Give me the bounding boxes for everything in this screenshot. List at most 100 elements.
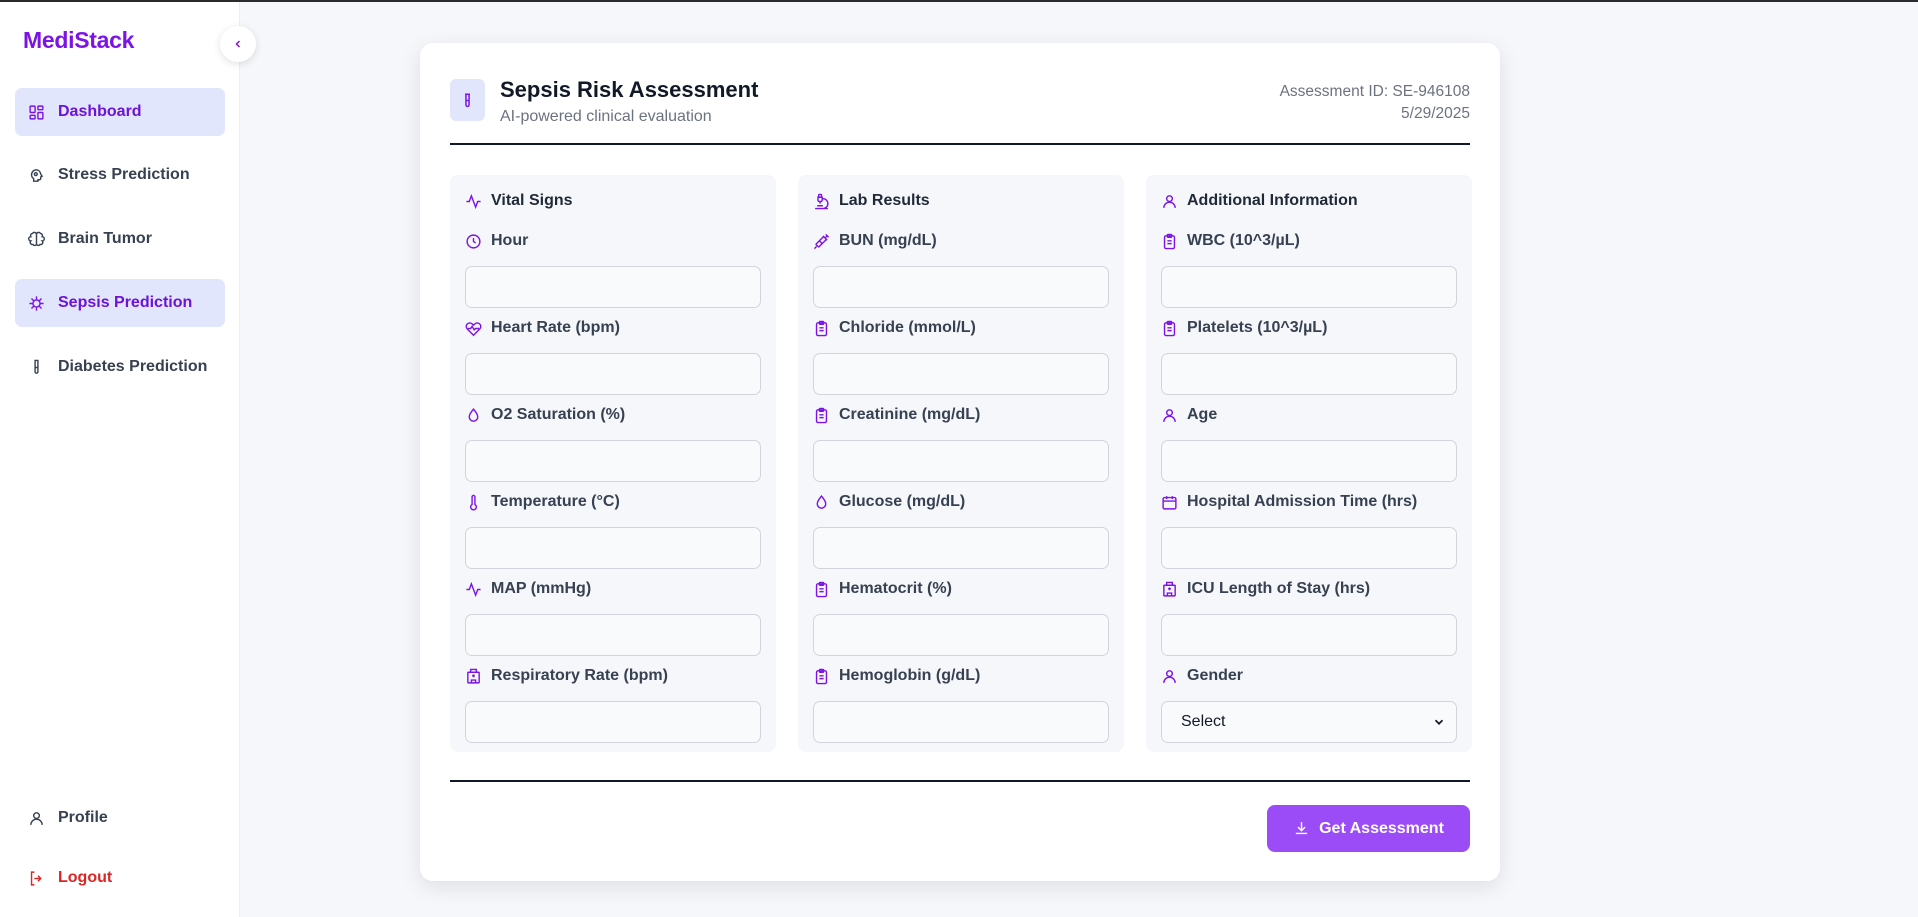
clock-icon xyxy=(466,233,481,249)
creatinine-input[interactable] xyxy=(813,440,1109,482)
map-input[interactable] xyxy=(465,614,761,656)
hospital-admission-time-input[interactable] xyxy=(1161,527,1457,569)
section-additional-information: Additional Information WBC (10^3/µL) Pla… xyxy=(1146,175,1472,752)
test-tube-icon xyxy=(465,93,470,107)
brain-icon xyxy=(28,231,45,246)
o2-saturation-input[interactable] xyxy=(465,440,761,482)
logout-icon xyxy=(30,870,42,886)
page-subtitle: AI-powered clinical evaluation xyxy=(500,108,712,125)
heart-rate-input[interactable] xyxy=(465,353,761,395)
syringe-icon xyxy=(813,233,830,249)
hematocrit-input[interactable] xyxy=(813,614,1109,656)
download-icon xyxy=(1295,822,1308,835)
section-title: Additional Information xyxy=(1161,192,1358,210)
sidebar-item-label: Brain Tumor xyxy=(58,230,152,247)
section-lab-results: Lab Results BUN (mg/dL) Chloride (mmol/L… xyxy=(798,175,1124,752)
hemoglobin-input[interactable] xyxy=(813,701,1109,743)
field-temperature: Temperature (°C) xyxy=(465,491,761,569)
user-icon xyxy=(30,811,43,825)
field-map: MAP (mmHg) xyxy=(465,578,761,656)
virus-icon xyxy=(29,295,44,311)
field-age: Age xyxy=(1161,404,1457,482)
respiratory-rate-input[interactable] xyxy=(465,701,761,743)
field-respiratory-rate: Respiratory Rate (bpm) xyxy=(465,665,761,743)
collapse-sidebar-button[interactable] xyxy=(220,26,256,62)
sidebar-item-label: Profile xyxy=(58,809,108,826)
user-icon xyxy=(1163,194,1176,208)
field-chloride: Chloride (mmol/L) xyxy=(813,317,1109,395)
sidebar-item-label: Dashboard xyxy=(58,103,142,120)
hour-input[interactable] xyxy=(465,266,761,308)
sidebar-item-diabetes-prediction[interactable]: Diabetes Prediction xyxy=(15,343,225,391)
age-input[interactable] xyxy=(1161,440,1457,482)
user-icon xyxy=(1163,408,1176,422)
clipboard-icon xyxy=(815,407,828,423)
assessment-card: Sepsis Risk Assessment AI-powered clinic… xyxy=(420,43,1500,881)
gender-select[interactable]: Select xyxy=(1161,701,1457,743)
icu-length-of-stay-input[interactable] xyxy=(1161,614,1457,656)
sidebar-item-dashboard[interactable]: Dashboard xyxy=(15,88,225,136)
field-hematocrit: Hematocrit (%) xyxy=(813,578,1109,656)
field-o2-saturation: O2 Saturation (%) xyxy=(465,404,761,482)
header-icon-badge xyxy=(450,79,485,121)
droplet-icon xyxy=(468,407,479,422)
glucose-input[interactable] xyxy=(813,527,1109,569)
header-divider xyxy=(450,143,1470,145)
clipboard-icon xyxy=(1163,233,1176,249)
field-glucose: Glucose (mg/dL) xyxy=(813,491,1109,569)
activity-icon xyxy=(466,193,481,209)
field-platelets: Platelets (10^3/µL) xyxy=(1161,317,1457,395)
wbc-input[interactable] xyxy=(1161,266,1457,308)
field-hemoglobin: Hemoglobin (g/dL) xyxy=(813,665,1109,743)
brain-outline-icon xyxy=(30,168,44,182)
hospital-icon xyxy=(1163,581,1176,597)
clipboard-icon xyxy=(815,320,828,336)
brand-logo[interactable]: MediStack xyxy=(23,27,134,54)
sidebar: MediStack Dashboard Stress Prediction Br… xyxy=(0,2,240,917)
field-gender: Gender Select xyxy=(1161,665,1457,743)
field-hour: Hour xyxy=(465,230,761,308)
sidebar-item-label: Logout xyxy=(58,869,113,886)
hospital-icon xyxy=(467,668,480,684)
thermometer-icon xyxy=(469,494,478,510)
user-icon xyxy=(1163,669,1176,683)
sidebar-item-label: Sepsis Prediction xyxy=(58,294,193,311)
section-title: Vital Signs xyxy=(465,192,573,210)
test-tube-icon xyxy=(34,359,39,374)
sidebar-item-brain-tumor[interactable]: Brain Tumor xyxy=(15,215,225,263)
dashboard-icon xyxy=(29,104,44,120)
bun-input[interactable] xyxy=(813,266,1109,308)
temperature-input[interactable] xyxy=(465,527,761,569)
sidebar-item-label: Stress Prediction xyxy=(58,166,190,183)
footer-divider xyxy=(450,780,1470,782)
field-hospital-admission-time: Hospital Admission Time (hrs) xyxy=(1161,491,1457,569)
field-bun: BUN (mg/dL) xyxy=(813,230,1109,308)
chevron-left-icon xyxy=(235,40,241,48)
assessment-id: Assessment ID: SE-946108 xyxy=(1279,83,1470,100)
assessment-date: 5/29/2025 xyxy=(1401,105,1470,122)
field-icu-length-of-stay: ICU Length of Stay (hrs) xyxy=(1161,578,1457,656)
field-heart-rate: Heart Rate (bpm) xyxy=(465,317,761,395)
chevron-down-icon xyxy=(1434,719,1444,725)
sidebar-item-stress-prediction[interactable]: Stress Prediction xyxy=(15,151,225,199)
heart-pulse-icon xyxy=(465,321,482,336)
get-assessment-button[interactable]: Get Assessment xyxy=(1267,805,1470,852)
gender-select-value: Select xyxy=(1181,713,1226,730)
sidebar-item-sepsis-prediction[interactable]: Sepsis Prediction xyxy=(15,279,225,327)
get-assessment-label: Get Assessment xyxy=(1319,819,1444,837)
platelets-input[interactable] xyxy=(1161,353,1457,395)
section-vital-signs: Vital Signs Hour Heart Rate (bpm) O2 Sat… xyxy=(450,175,776,752)
field-creatinine: Creatinine (mg/dL) xyxy=(813,404,1109,482)
droplet-icon xyxy=(816,494,827,509)
clipboard-icon xyxy=(1163,320,1176,336)
sidebar-item-label: Diabetes Prediction xyxy=(58,358,208,375)
clipboard-icon xyxy=(815,581,828,597)
clipboard-icon xyxy=(815,668,828,684)
chloride-input[interactable] xyxy=(813,353,1109,395)
page-title: Sepsis Risk Assessment xyxy=(500,77,759,102)
section-title: Lab Results xyxy=(813,192,930,210)
sidebar-item-profile[interactable]: Profile xyxy=(15,794,225,842)
calendar-icon xyxy=(1162,495,1177,510)
logout-button[interactable]: Logout xyxy=(15,854,225,902)
microscope-icon xyxy=(815,193,829,209)
